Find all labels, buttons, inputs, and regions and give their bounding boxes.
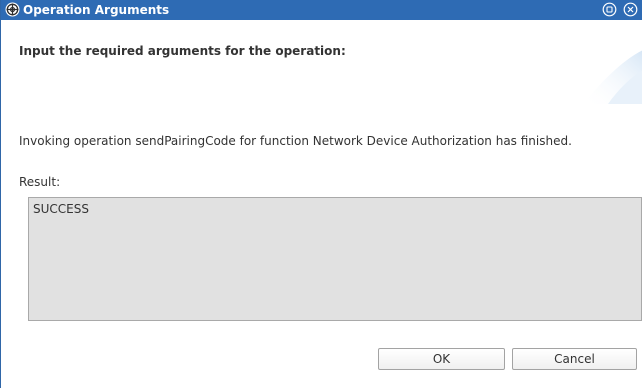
result-textarea[interactable]: SUCCESS <box>28 197 642 321</box>
operation-arguments-dialog: Operation Arguments Input the required a… <box>0 0 642 388</box>
dialog-header: Input the required arguments for the ope… <box>1 20 642 104</box>
status-message: Invoking operation sendPairingCode for f… <box>19 134 572 148</box>
ok-button[interactable]: OK <box>378 348 505 370</box>
cancel-button[interactable]: Cancel <box>512 348 637 370</box>
restore-icon[interactable] <box>602 2 617 17</box>
result-value: SUCCESS <box>33 202 89 216</box>
header-decoration <box>583 50 642 104</box>
gear-globe-icon <box>5 2 20 17</box>
window-title: Operation Arguments <box>23 3 170 17</box>
close-icon[interactable] <box>623 2 638 17</box>
instruction-heading: Input the required arguments for the ope… <box>19 44 346 58</box>
title-bar[interactable]: Operation Arguments <box>1 0 642 20</box>
result-label: Result: <box>19 175 61 189</box>
